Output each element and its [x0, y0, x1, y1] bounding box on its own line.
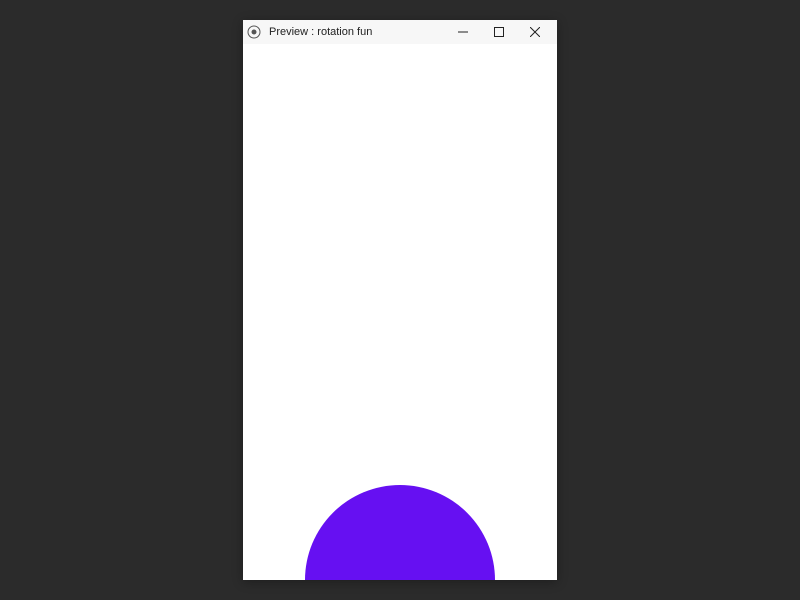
minimize-icon	[458, 27, 468, 37]
close-button[interactable]	[517, 20, 553, 44]
window-title: Preview : rotation fun	[269, 26, 445, 38]
window-controls	[445, 20, 553, 44]
preview-canvas	[243, 44, 557, 580]
maximize-button[interactable]	[481, 20, 517, 44]
app-window: Preview : rotation fun	[243, 20, 557, 580]
titlebar: Preview : rotation fun	[243, 20, 557, 44]
minimize-button[interactable]	[445, 20, 481, 44]
app-icon	[247, 25, 261, 39]
rotation-circle	[305, 485, 495, 580]
maximize-icon	[494, 27, 504, 37]
close-icon	[530, 27, 540, 37]
